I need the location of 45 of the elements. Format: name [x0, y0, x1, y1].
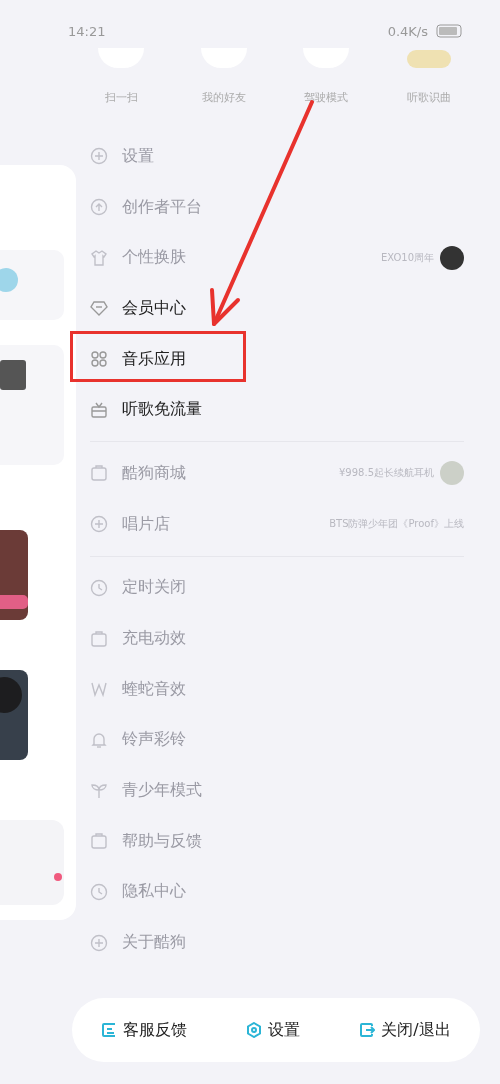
network-speed: 0.4K/s	[387, 23, 428, 39]
wave-icon	[90, 680, 108, 699]
menu-item[interactable]: 定时关闭	[122, 577, 186, 599]
clock-icon	[90, 882, 108, 901]
menu-item[interactable]: 会员中心	[122, 297, 186, 319]
menu-item[interactable]: 帮助与反馈	[122, 830, 202, 852]
badge	[406, 50, 451, 68]
menu-item[interactable]: 设置	[122, 145, 154, 167]
gift-icon	[90, 400, 108, 419]
menu-item[interactable]: 隐私中心	[122, 881, 186, 903]
diamond-icon	[90, 299, 108, 318]
bag-icon	[90, 629, 108, 648]
menu-item[interactable]: 青少年模式	[122, 780, 202, 802]
shortcut-label[interactable]: 我的好友	[201, 90, 246, 105]
bell-icon	[90, 730, 108, 749]
menu-item[interactable]: 酷狗商城	[122, 462, 186, 484]
shortcut-label[interactable]: 听歌识曲	[406, 90, 451, 105]
battery-icon	[436, 24, 464, 38]
status-time: 14:21	[68, 23, 106, 39]
exit-button[interactable]: 关闭/退出	[355, 1015, 455, 1045]
circle-plus-icon	[90, 933, 108, 952]
bag-icon	[90, 832, 108, 851]
settings-icon	[246, 1022, 263, 1038]
menu-item[interactable]: 唱片店	[122, 513, 170, 535]
shirt-icon	[90, 248, 108, 267]
feedback-button[interactable]: 客服反馈	[97, 1015, 192, 1045]
sprout-icon	[90, 781, 108, 800]
menu-item[interactable]: 创作者平台	[122, 196, 202, 218]
circle-plus-icon	[90, 515, 108, 534]
menu-item[interactable]: 充电动效	[122, 628, 186, 650]
menu-item[interactable]: 铃声彩铃	[122, 729, 186, 751]
grid-icon	[90, 350, 108, 369]
settings-button[interactable]: 设置	[242, 1015, 305, 1045]
clock-icon	[90, 578, 108, 597]
menu-item[interactable]: 蝰蛇音效	[122, 678, 186, 700]
circle-plus-icon	[90, 147, 108, 166]
upload-icon	[90, 198, 108, 217]
menu-item[interactable]: 关于酷狗	[122, 932, 186, 954]
menu-item[interactable]: 个性换肤	[122, 247, 186, 269]
shortcut-label[interactable]: 驾驶模式	[304, 90, 349, 105]
bag-icon	[90, 464, 108, 483]
note-icon	[101, 1022, 118, 1038]
menu-item[interactable]: 音乐应用	[122, 348, 186, 370]
menu-item[interactable]: 听歌免流量	[122, 399, 202, 421]
exit-icon	[359, 1022, 376, 1038]
